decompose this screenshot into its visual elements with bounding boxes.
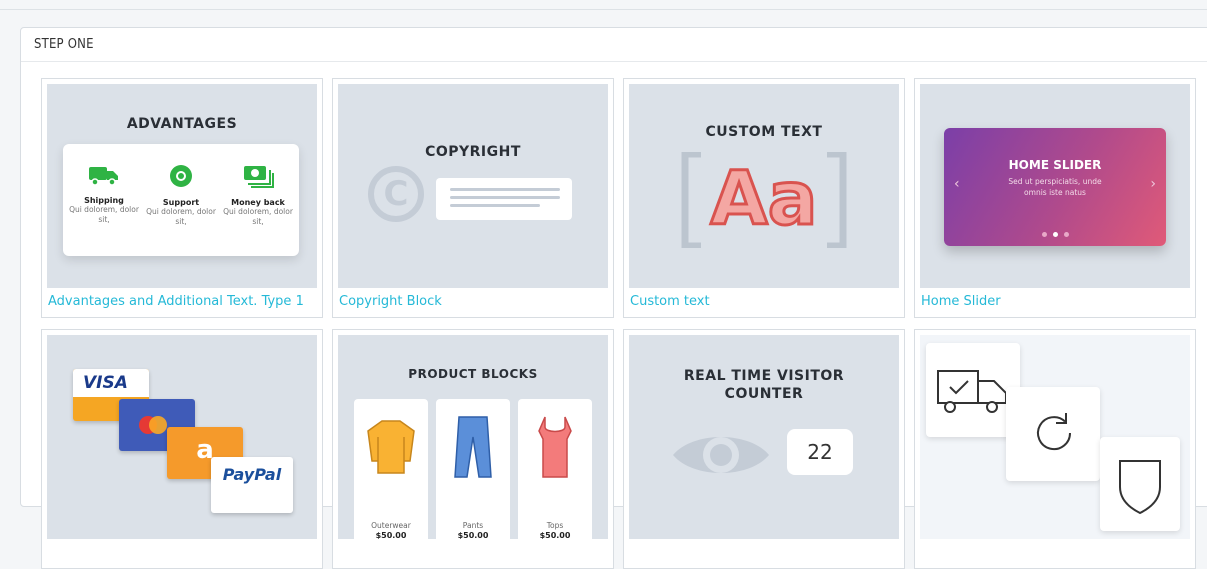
product-tile: Outerwear $50.00	[354, 399, 428, 539]
slider-preview: ‹ › HOME SLIDER Sed ut perspiciatis, und…	[944, 128, 1166, 246]
truck-icon	[89, 167, 118, 186]
product-tile: Tops $50.00	[518, 399, 592, 539]
pants-icon	[454, 416, 492, 478]
paypal-card: PayPal	[211, 457, 293, 513]
module-thumbnail[interactable]: REAL TIME VISITOR COUNTER 22	[629, 335, 899, 539]
panel-title: STEP ONE	[21, 28, 1207, 62]
slider-title: HOME SLIDER	[1008, 158, 1102, 172]
slider-desc: Sed ut perspiciatis, unde omnis iste nat…	[1008, 177, 1102, 197]
module-card-advantages[interactable]: ADVANTAGES Shipping Qui dolorem, dolor s…	[41, 78, 323, 318]
module-card-copyright[interactable]: COPYRIGHT C Copyright Block	[332, 78, 614, 318]
module-thumbnail[interactable]: ‹ › HOME SLIDER Sed ut perspiciatis, und…	[920, 84, 1190, 288]
module-link[interactable]: Custom text	[624, 291, 904, 313]
module-thumbnail[interactable]	[920, 335, 1190, 539]
module-thumbnail[interactable]: COPYRIGHT C	[338, 84, 608, 288]
product-name: Pants	[462, 521, 484, 530]
refresh-icon	[1037, 413, 1072, 451]
advantage-desc: Qui dolorem, dolor sit,	[223, 207, 293, 226]
advantage-title: Shipping	[84, 196, 124, 205]
module-card-reassurance[interactable]	[914, 329, 1196, 569]
money-icon	[244, 166, 274, 188]
delivery-truck-icon	[937, 370, 1007, 413]
advantage-item: Support Qui dolorem, dolor sit,	[146, 164, 216, 227]
eye-icon	[673, 437, 769, 473]
product-price: $50.00	[375, 531, 407, 539]
advantages-box: Shipping Qui dolorem, dolor sit, Support…	[63, 144, 299, 256]
product-price: $50.00	[539, 531, 571, 539]
module-card-product-blocks[interactable]: PRODUCT BLOCKS Outerwear $50.00 Pants $5…	[332, 329, 614, 569]
product-tile: Pants $50.00	[436, 399, 510, 539]
advantage-item: Shipping Qui dolorem, dolor sit,	[69, 164, 139, 225]
security-tile	[1100, 437, 1180, 531]
product-price: $50.00	[457, 531, 489, 539]
module-thumbnail[interactable]: PRODUCT BLOCKS Outerwear $50.00 Pants $5…	[338, 335, 608, 539]
advantage-desc: Qui dolorem, dolor sit,	[146, 207, 216, 226]
lifebuoy-icon	[170, 165, 192, 187]
module-card-visitor-counter[interactable]: REAL TIME VISITOR COUNTER 22	[623, 329, 905, 569]
module-thumbnail[interactable]: VISA a PayPal	[47, 335, 317, 539]
tank-top-icon	[538, 416, 572, 478]
module-thumbnail[interactable]: CUSTOM TEXT Aa	[629, 84, 899, 288]
thumb-title: CUSTOM TEXT	[705, 124, 823, 140]
visitor-count: 22	[787, 429, 853, 475]
module-card-custom-text[interactable]: CUSTOM TEXT Aa Custom text	[623, 78, 905, 318]
step-one-panel: STEP ONE ADVANTAGES Shipping Qui dolorem…	[20, 27, 1207, 569]
slider-dots	[944, 222, 1166, 241]
copyright-icon: C	[368, 166, 424, 222]
module-link[interactable]: Advantages and Additional Text. Type 1	[42, 291, 322, 313]
module-link[interactable]: Home Slider	[915, 291, 1195, 313]
sweater-icon	[367, 420, 415, 474]
thumb-title: PRODUCT BLOCKS	[408, 367, 538, 381]
product-name: Outerwear	[371, 521, 411, 530]
thumb-title: COPYRIGHT	[425, 144, 521, 160]
module-link[interactable]: Copyright Block	[333, 291, 613, 313]
advantage-title: Money back	[231, 198, 285, 207]
module-thumbnail[interactable]: ADVANTAGES Shipping Qui dolorem, dolor s…	[47, 84, 317, 288]
advantage-item: Money back Qui dolorem, dolor sit,	[223, 164, 293, 227]
product-name: Tops	[546, 521, 564, 530]
advantage-title: Support	[162, 198, 200, 207]
top-bar	[0, 0, 1207, 10]
advantage-desc: Qui dolorem, dolor sit,	[69, 205, 139, 224]
thumb-title: REAL TIME VISITOR COUNTER	[683, 368, 845, 402]
return-tile	[1006, 387, 1100, 481]
module-card-payment[interactable]: VISA a PayPal	[41, 329, 323, 569]
custom-text-glyph: Aa	[709, 155, 819, 244]
module-card-home-slider[interactable]: ‹ › HOME SLIDER Sed ut perspiciatis, und…	[914, 78, 1196, 318]
shield-icon	[1119, 460, 1161, 515]
thumb-title: ADVANTAGES	[126, 116, 238, 132]
copyright-text-box	[436, 178, 572, 220]
